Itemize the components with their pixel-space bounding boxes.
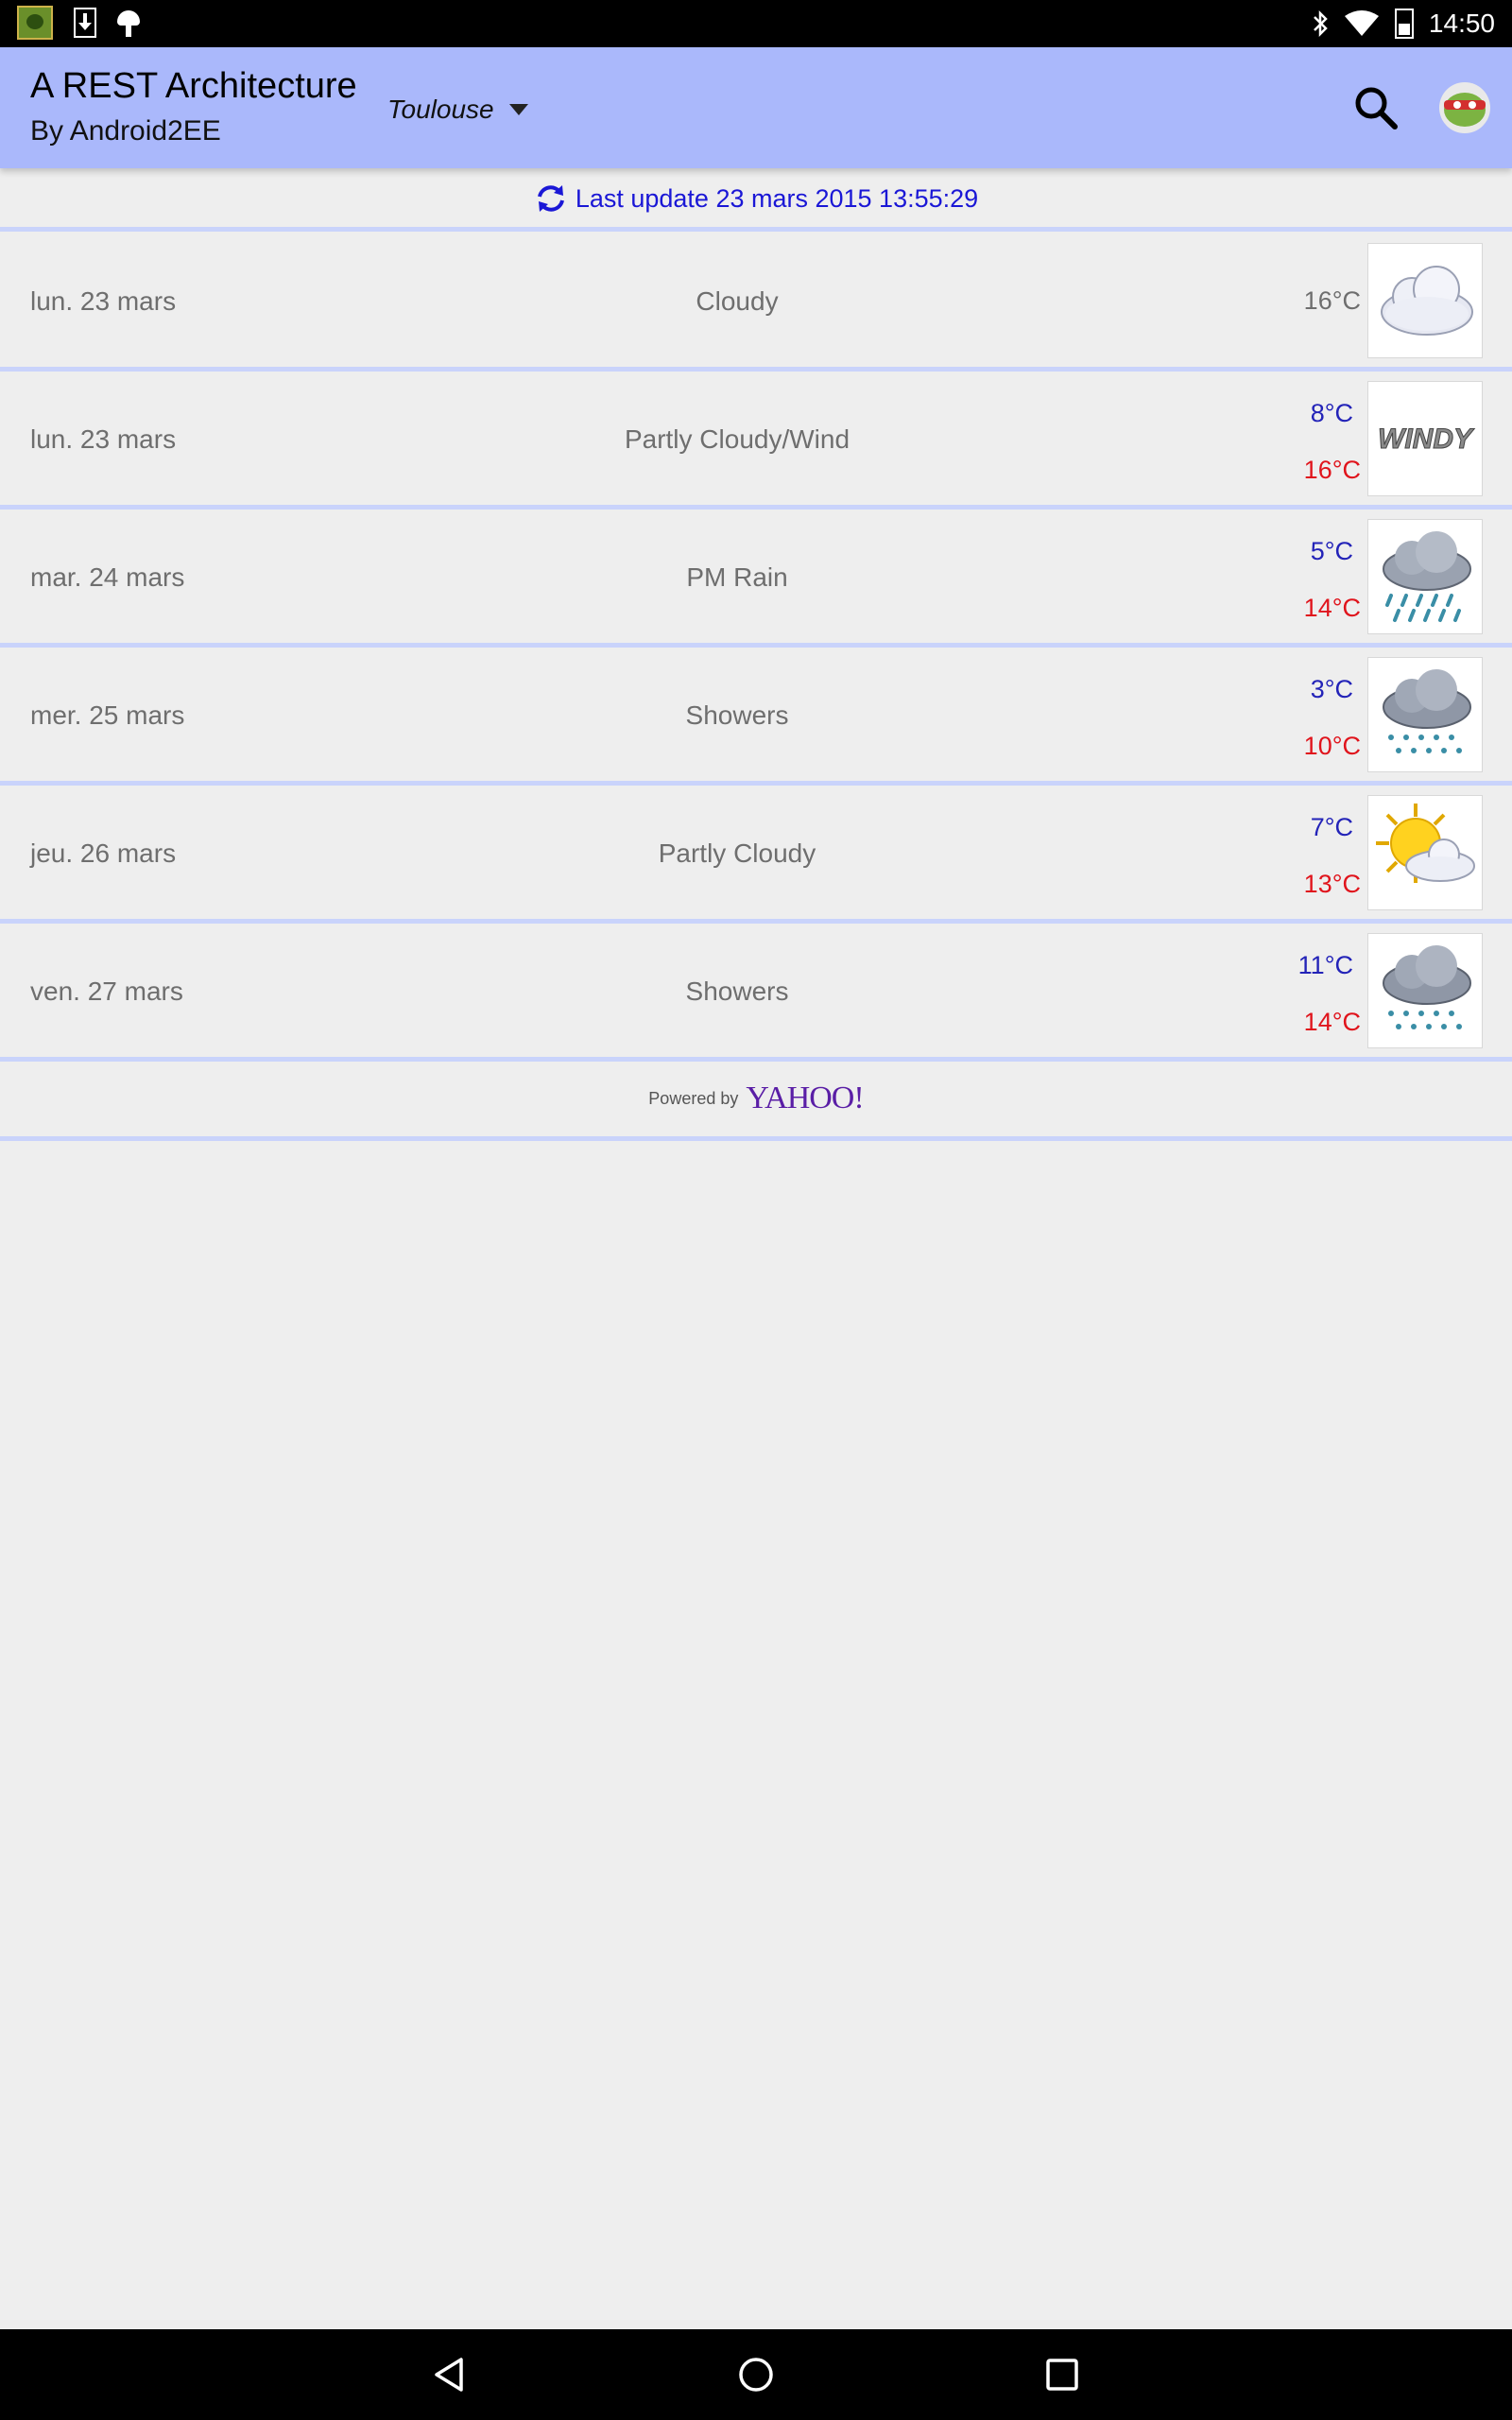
download-icon xyxy=(74,8,96,38)
forecast-row[interactable]: mar. 24 mars PM Rain 5°C 14°C xyxy=(0,510,1512,644)
status-bar: 14:50 xyxy=(0,0,1512,47)
yahoo-logo: YAHOO! xyxy=(746,1080,864,1115)
city-dropdown-value: Toulouse xyxy=(387,95,494,124)
forecast-date: lun. 23 mars xyxy=(30,286,177,316)
forecast-high-temp: 13°C xyxy=(1303,870,1361,898)
forecast-row[interactable]: lun. 23 mars Cloudy 16°C xyxy=(0,234,1512,368)
rain-icon xyxy=(1368,520,1482,633)
forecast-description: Showers xyxy=(685,700,789,730)
navigation-bar xyxy=(0,2329,1512,2420)
android-icon xyxy=(117,9,140,37)
forecast-temperature: 16°C xyxy=(1303,286,1361,315)
page-title: A REST Architecture xyxy=(30,66,357,106)
back-icon[interactable] xyxy=(427,2352,472,2397)
forecast-high-temp: 14°C xyxy=(1303,1008,1361,1036)
page-subtitle: By Android2EE xyxy=(30,115,221,147)
divider xyxy=(0,919,1512,924)
divider xyxy=(0,227,1512,232)
last-update-text: Last update 23 mars 2015 13:55:29 xyxy=(575,183,979,213)
divider xyxy=(0,643,1512,648)
forecast-low-temp: 8°C xyxy=(1310,399,1353,427)
divider xyxy=(0,1136,1512,1141)
windy-icon: WINDY xyxy=(1368,382,1482,495)
forecast-high-temp: 16°C xyxy=(1303,456,1361,484)
forecast-date: mar. 24 mars xyxy=(30,562,185,592)
partly-cloudy-icon xyxy=(1368,796,1482,909)
forecast-row[interactable]: lun. 23 mars Partly Cloudy/Wind 8°C 16°C… xyxy=(0,372,1512,506)
forecast-low-temp: 3°C xyxy=(1310,675,1353,703)
forecast-date: ven. 27 mars xyxy=(30,977,183,1006)
forecast-date: lun. 23 mars xyxy=(30,424,177,454)
forecast-date: mer. 25 mars xyxy=(30,700,185,730)
svg-text:WINDY: WINDY xyxy=(1378,424,1475,455)
forecast-description: PM Rain xyxy=(686,562,788,592)
powered-by-label: Powered by xyxy=(648,1088,739,1108)
last-update-bar[interactable]: Last update 23 mars 2015 13:55:29 xyxy=(0,170,1512,227)
recents-icon[interactable] xyxy=(1040,2352,1085,2397)
forecast-low-temp: 11°C xyxy=(1297,951,1353,979)
home-icon[interactable] xyxy=(733,2352,779,2397)
status-time: 14:50 xyxy=(1428,9,1495,38)
forecast-description: Partly Cloudy xyxy=(658,838,816,868)
wifi-icon xyxy=(1344,10,1379,36)
city-dropdown[interactable]: Toulouse xyxy=(387,91,528,129)
divider xyxy=(0,367,1512,372)
refresh-icon[interactable] xyxy=(534,182,568,216)
forecast-row[interactable]: jeu. 26 mars Partly Cloudy 7°C 13°C xyxy=(0,786,1512,920)
bluetooth-icon xyxy=(1314,9,1328,38)
forecast-row[interactable]: mer. 25 mars Showers 3°C 10°C xyxy=(0,648,1512,782)
forecast-high-temp: 14°C xyxy=(1303,594,1361,622)
forecast-low-temp: 7°C xyxy=(1310,813,1353,841)
battery-icon xyxy=(1394,9,1414,39)
showers-icon xyxy=(1368,934,1482,1047)
app-notification-icon xyxy=(17,6,53,40)
forecast-description: Cloudy xyxy=(696,286,779,316)
forecast-high-temp: 10°C xyxy=(1303,732,1361,760)
app-bar: A REST Architecture By Android2EE Toulou… xyxy=(0,47,1512,168)
forecast-date: jeu. 26 mars xyxy=(30,838,177,868)
forecast-row[interactable]: ven. 27 mars Showers 11°C 14°C xyxy=(0,925,1512,1058)
avatar-icon[interactable] xyxy=(1438,81,1491,134)
forecast-low-temp: 5°C xyxy=(1310,537,1353,565)
powered-by-yahoo[interactable]: Powered by YAHOO! xyxy=(0,1061,1512,1136)
divider xyxy=(0,505,1512,510)
forecast-description: Showers xyxy=(685,977,789,1006)
divider xyxy=(0,781,1512,786)
chevron-down-icon xyxy=(508,104,528,115)
forecast-description: Partly Cloudy/Wind xyxy=(624,424,850,454)
cloudy-icon xyxy=(1368,244,1482,357)
showers-icon xyxy=(1368,658,1482,771)
search-icon[interactable] xyxy=(1351,83,1400,132)
